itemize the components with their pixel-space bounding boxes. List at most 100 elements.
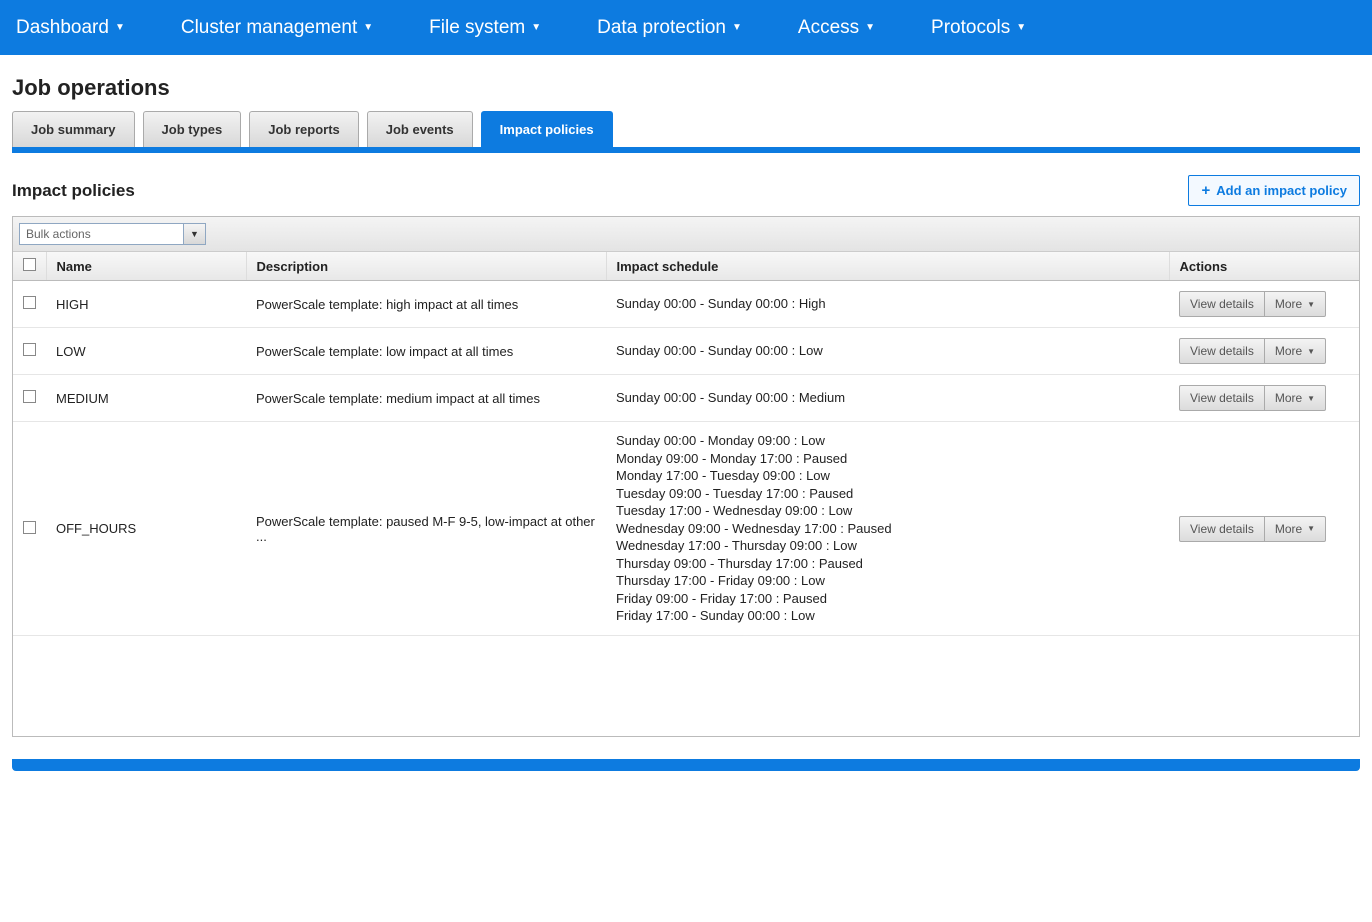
col-name[interactable]: Name — [46, 252, 246, 281]
tab-impact-policies[interactable]: Impact policies — [481, 111, 613, 147]
row-select-cell[interactable] — [13, 422, 46, 636]
row-select-cell[interactable] — [13, 281, 46, 328]
nav-dashboard[interactable]: Dashboard ▼ — [8, 17, 133, 39]
bulk-actions-dropdown-button[interactable]: ▼ — [184, 223, 206, 245]
row-actions: View details More ▼ — [1169, 328, 1359, 375]
schedule-line: Sunday 00:00 - Sunday 00:00 : Medium — [616, 389, 1159, 407]
more-button-label: More — [1275, 522, 1302, 536]
row-schedule: Sunday 00:00 - Sunday 00:00 : Medium — [606, 375, 1169, 422]
nav-access[interactable]: Access ▼ — [790, 17, 883, 39]
tabs: Job summary Job types Job reports Job ev… — [12, 111, 1360, 153]
checkbox-icon — [23, 521, 36, 534]
row-description: PowerScale template: high impact at all … — [246, 281, 606, 328]
schedule-line: Thursday 17:00 - Friday 09:00 : Low — [616, 572, 1159, 590]
more-button-label: More — [1275, 344, 1302, 358]
tab-job-events[interactable]: Job events — [367, 111, 473, 147]
row-schedule: Sunday 00:00 - Sunday 00:00 : High — [606, 281, 1169, 328]
nav-label: File system — [429, 17, 525, 39]
nav-label: Protocols — [931, 17, 1010, 39]
nav-label: Access — [798, 17, 859, 39]
nav-label: Dashboard — [16, 17, 109, 39]
schedule-line: Friday 17:00 - Sunday 00:00 : Low — [616, 607, 1159, 625]
nav-cluster-management[interactable]: Cluster management ▼ — [173, 17, 381, 39]
schedule-line: Monday 09:00 - Monday 17:00 : Paused — [616, 450, 1159, 468]
schedule-line: Monday 17:00 - Tuesday 09:00 : Low — [616, 467, 1159, 485]
table-row: OFF_HOURSPowerScale template: paused M-F… — [13, 422, 1359, 636]
schedule-line: Thursday 09:00 - Thursday 17:00 : Paused — [616, 555, 1159, 573]
row-description: PowerScale template: low impact at all t… — [246, 328, 606, 375]
col-description[interactable]: Description — [246, 252, 606, 281]
chevron-down-icon: ▼ — [1307, 524, 1315, 533]
section-title: Impact policies — [12, 181, 135, 201]
nav-label: Data protection — [597, 17, 726, 39]
nav-data-protection[interactable]: Data protection ▼ — [589, 17, 750, 39]
schedule-line: Sunday 00:00 - Sunday 00:00 : High — [616, 295, 1159, 313]
view-details-button[interactable]: View details — [1179, 291, 1265, 317]
row-select-cell[interactable] — [13, 328, 46, 375]
row-actions: View details More ▼ — [1169, 375, 1359, 422]
view-details-button[interactable]: View details — [1179, 516, 1265, 542]
checkbox-icon — [23, 296, 36, 309]
add-impact-policy-button[interactable]: + Add an impact policy — [1188, 175, 1360, 206]
table-row: LOWPowerScale template: low impact at al… — [13, 328, 1359, 375]
row-actions: View details More ▼ — [1169, 422, 1359, 636]
footer-accent-bar — [12, 759, 1360, 771]
row-schedule: Sunday 00:00 - Monday 09:00 : LowMonday … — [606, 422, 1169, 636]
row-name: MEDIUM — [46, 375, 246, 422]
chevron-down-icon: ▼ — [1016, 22, 1026, 33]
more-actions-button[interactable]: More ▼ — [1265, 291, 1326, 317]
schedule-line: Wednesday 17:00 - Thursday 09:00 : Low — [616, 537, 1159, 555]
schedule-line: Sunday 00:00 - Monday 09:00 : Low — [616, 432, 1159, 450]
schedule-line: Friday 09:00 - Friday 17:00 : Paused — [616, 590, 1159, 608]
chevron-down-icon: ▼ — [732, 22, 742, 33]
checkbox-icon — [23, 390, 36, 403]
chevron-down-icon: ▼ — [115, 22, 125, 33]
view-details-button[interactable]: View details — [1179, 338, 1265, 364]
view-details-button[interactable]: View details — [1179, 385, 1265, 411]
nav-file-system[interactable]: File system ▼ — [421, 17, 549, 39]
plus-icon: + — [1201, 182, 1210, 199]
row-name: LOW — [46, 328, 246, 375]
table-row: MEDIUMPowerScale template: medium impact… — [13, 375, 1359, 422]
chevron-down-icon: ▼ — [1307, 394, 1315, 403]
more-actions-button[interactable]: More ▼ — [1265, 385, 1326, 411]
row-description: PowerScale template: medium impact at al… — [246, 375, 606, 422]
chevron-down-icon: ▼ — [1307, 347, 1315, 356]
chevron-down-icon: ▼ — [1307, 300, 1315, 309]
page-title: Job operations — [0, 55, 1372, 111]
add-button-label: Add an impact policy — [1216, 183, 1347, 198]
checkbox-icon — [23, 258, 36, 271]
tab-job-reports[interactable]: Job reports — [249, 111, 359, 147]
select-all-header[interactable] — [13, 252, 46, 281]
col-impact-schedule[interactable]: Impact schedule — [606, 252, 1169, 281]
more-button-label: More — [1275, 297, 1302, 311]
tab-job-summary[interactable]: Job summary — [12, 111, 135, 147]
impact-policies-table: Name Description Impact schedule Actions… — [13, 252, 1359, 736]
row-description: PowerScale template: paused M-F 9-5, low… — [246, 422, 606, 636]
more-actions-button[interactable]: More ▼ — [1265, 338, 1326, 364]
chevron-down-icon: ▼ — [363, 22, 373, 33]
bulk-actions-select[interactable]: ▼ — [19, 223, 206, 245]
top-nav: Dashboard ▼ Cluster management ▼ File sy… — [0, 0, 1372, 55]
row-schedule: Sunday 00:00 - Sunday 00:00 : Low — [606, 328, 1169, 375]
nav-protocols[interactable]: Protocols ▼ — [923, 17, 1034, 39]
table-container: ▼ Name Description Impact schedule Actio… — [12, 216, 1360, 737]
schedule-line: Sunday 00:00 - Sunday 00:00 : Low — [616, 342, 1159, 360]
checkbox-icon — [23, 343, 36, 356]
row-name: OFF_HOURS — [46, 422, 246, 636]
schedule-line: Tuesday 17:00 - Wednesday 09:00 : Low — [616, 502, 1159, 520]
nav-label: Cluster management — [181, 17, 357, 39]
more-actions-button[interactable]: More ▼ — [1265, 516, 1326, 542]
more-button-label: More — [1275, 391, 1302, 405]
grid-toolbar: ▼ — [13, 217, 1359, 252]
table-row: HIGHPowerScale template: high impact at … — [13, 281, 1359, 328]
schedule-line: Tuesday 09:00 - Tuesday 17:00 : Paused — [616, 485, 1159, 503]
row-select-cell[interactable] — [13, 375, 46, 422]
chevron-down-icon: ▼ — [190, 229, 199, 239]
chevron-down-icon: ▼ — [531, 22, 541, 33]
col-actions: Actions — [1169, 252, 1359, 281]
schedule-line: Wednesday 09:00 - Wednesday 17:00 : Paus… — [616, 520, 1159, 538]
chevron-down-icon: ▼ — [865, 22, 875, 33]
tab-job-types[interactable]: Job types — [143, 111, 242, 147]
bulk-actions-input[interactable] — [19, 223, 184, 245]
